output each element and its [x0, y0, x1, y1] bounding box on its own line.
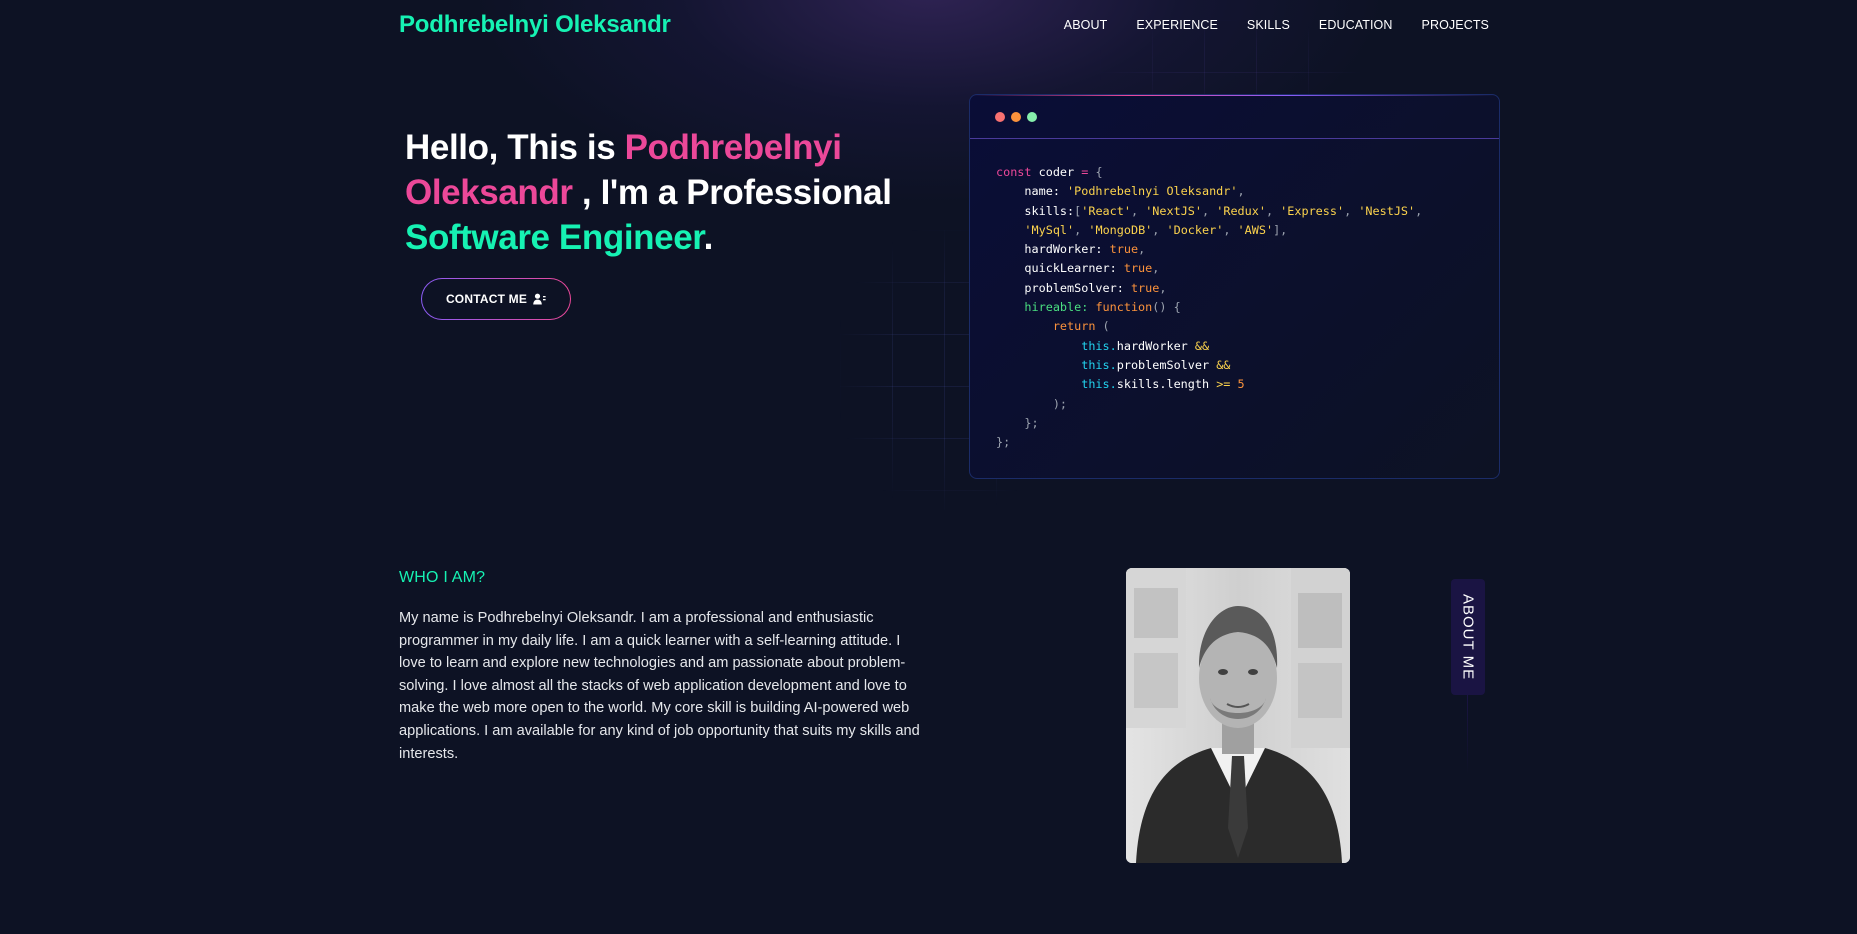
- code-token: return: [996, 319, 1096, 334]
- code-token: ,: [1130, 203, 1146, 218]
- profile-photo: [1126, 568, 1350, 863]
- code-token: 'React': [1081, 203, 1131, 218]
- code-token: true: [1123, 280, 1160, 295]
- code-token: true: [1102, 242, 1139, 257]
- code-token: ,: [1237, 184, 1245, 199]
- code-token: {: [1088, 165, 1103, 179]
- hero-period: .: [703, 218, 714, 257]
- user-contact-icon: [533, 293, 546, 305]
- code-token: hardWorker:: [996, 242, 1103, 257]
- code-token: };: [996, 435, 1011, 450]
- code-token: ,: [1415, 203, 1423, 218]
- contact-me-label: CONTACT ME: [445, 292, 528, 306]
- about-me-divider: [1467, 695, 1468, 775]
- hero-role: Software Engineer: [405, 218, 704, 257]
- code-line: const coder = {: [996, 163, 1499, 182]
- code-line: hardWorker: true,: [996, 240, 1499, 259]
- hero-middle: , I'm a Professional: [572, 173, 892, 212]
- code-token: >=: [1209, 377, 1231, 392]
- code-token: true: [1116, 261, 1153, 276]
- code-line: this.hardWorker &&: [996, 337, 1499, 356]
- code-line: };: [996, 414, 1499, 433]
- code-token: ,: [1159, 280, 1167, 295]
- code-token: 'Podhrebelnyi Oleksandr': [1059, 184, 1238, 199]
- code-window: const coder = { name: 'Podhrebelnyi Olek…: [969, 94, 1500, 479]
- code-token: 'NextJS': [1145, 203, 1203, 218]
- code-token: 'Docker': [1166, 222, 1224, 237]
- hero-heading: Hello, This is Podhrebelnyi Oleksandr , …: [405, 125, 925, 260]
- contact-me-button[interactable]: CONTACT ME: [421, 278, 571, 320]
- navbar: Podhrebelnyi Oleksandr ABOUT EXPERIENCE …: [399, 0, 1489, 50]
- code-token: ,: [1344, 203, 1359, 218]
- about-description: My name is Podhrebelnyi Oleksandr. I am …: [399, 610, 920, 762]
- code-token: coder: [1031, 165, 1082, 179]
- window-minimize-dot-icon: [1011, 111, 1021, 122]
- code-token: function: [1088, 300, 1153, 315]
- code-line: name: 'Podhrebelnyi Oleksandr',: [996, 182, 1499, 201]
- code-token: hireable:: [996, 300, 1089, 315]
- code-line: return (: [996, 317, 1499, 336]
- code-token: problemSolver:: [996, 280, 1124, 295]
- code-token: this.: [996, 377, 1117, 392]
- nav-link-experience[interactable]: EXPERIENCE: [1136, 18, 1218, 32]
- code-token: ,: [1265, 203, 1281, 218]
- code-token: &&: [1209, 357, 1231, 372]
- code-token: this.: [996, 357, 1117, 372]
- code-token: skills:: [996, 203, 1075, 218]
- window-close-dot-icon: [995, 111, 1005, 122]
- code-token: );: [996, 396, 1068, 411]
- about-me-side-tag: ABOUT ME: [1451, 579, 1485, 695]
- code-line: };: [996, 433, 1499, 452]
- code-line: );: [996, 395, 1499, 414]
- code-token: ,: [1152, 222, 1167, 237]
- nav-link-skills[interactable]: SKILLS: [1247, 18, 1290, 32]
- code-token: 5: [1230, 377, 1245, 392]
- code-line: quickLearner: true,: [996, 259, 1499, 278]
- about-section-label: WHO I AM?: [399, 569, 486, 586]
- brand-logo[interactable]: Podhrebelnyi Oleksandr: [399, 11, 671, 39]
- code-token: quickLearner:: [996, 261, 1117, 276]
- code-line: skills:['React', 'NextJS', 'Redux', 'Exp…: [996, 202, 1499, 221]
- code-token: 'AWS': [1237, 222, 1274, 237]
- code-token: ,: [1074, 222, 1089, 237]
- code-token: problemSolver: [1116, 357, 1210, 372]
- code-line: hireable: function() {: [996, 298, 1499, 317]
- code-token: ,: [1223, 222, 1238, 237]
- code-token: &&: [1187, 338, 1210, 353]
- code-token: hardWorker: [1116, 338, 1188, 353]
- code-token: 'MongoDB': [1088, 222, 1153, 237]
- window-maximize-dot-icon: [1027, 111, 1037, 122]
- nav-link-projects[interactable]: PROJECTS: [1422, 18, 1489, 32]
- code-token: (: [1095, 319, 1110, 334]
- code-line: this.skills.length >= 5: [996, 375, 1499, 394]
- code-token: const: [996, 165, 1032, 179]
- hero-greeting: Hello, This is: [405, 128, 625, 167]
- code-line: problemSolver: true,: [996, 279, 1499, 298]
- code-token: name:: [996, 184, 1060, 199]
- code-snippet: const coder = { name: 'Podhrebelnyi Olek…: [970, 139, 1499, 452]
- code-token: 'MySql': [1024, 222, 1075, 237]
- code-token: };: [996, 415, 1039, 430]
- code-token: () {: [1152, 300, 1181, 315]
- code-token: skills.length: [1116, 377, 1210, 392]
- nav-link-education[interactable]: EDUCATION: [1319, 18, 1393, 32]
- code-line: 'MySql', 'MongoDB', 'Docker', 'AWS'],: [996, 221, 1499, 240]
- about-me-side-label: ABOUT ME: [1459, 593, 1477, 681]
- code-token: 'NestJS': [1358, 203, 1416, 218]
- code-token: this.: [996, 338, 1117, 353]
- contact-me-button-inner: CONTACT ME: [422, 279, 570, 319]
- nav-link-about[interactable]: ABOUT: [1064, 18, 1108, 32]
- code-token: ,: [1152, 261, 1160, 276]
- code-token: ],: [1273, 222, 1288, 237]
- code-token: ,: [1138, 242, 1146, 257]
- code-window-header: [970, 95, 1499, 139]
- nav-links: ABOUT EXPERIENCE SKILLS EDUCATION PROJEC…: [1035, 18, 1489, 32]
- code-token: 'Redux': [1216, 203, 1266, 218]
- code-line: this.problemSolver &&: [996, 356, 1499, 375]
- code-token: ,: [1202, 203, 1217, 218]
- code-token: 'Express': [1280, 203, 1345, 218]
